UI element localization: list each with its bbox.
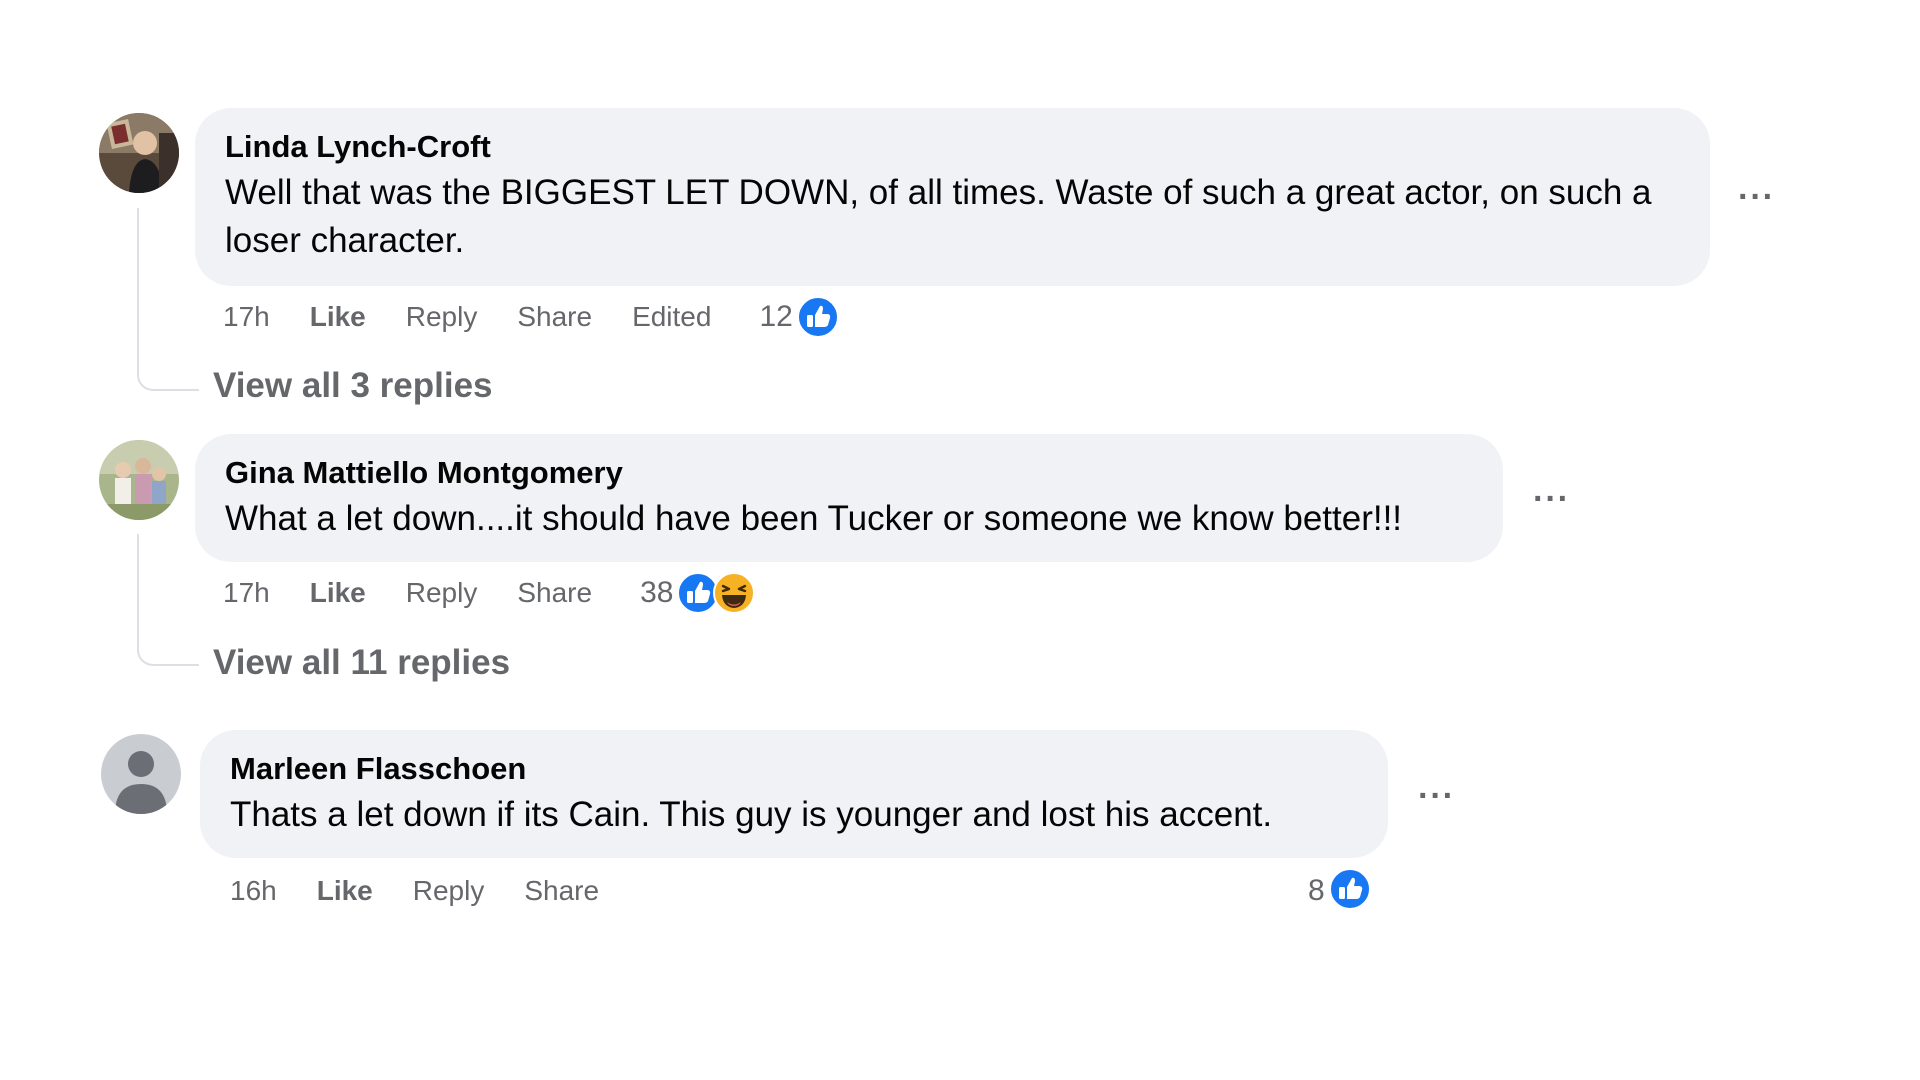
comment-author[interactable]: Linda Lynch-Croft xyxy=(225,128,1680,167)
comment-timestamp[interactable]: 17h xyxy=(223,577,270,609)
like-button[interactable]: Like xyxy=(310,301,366,333)
comment-author[interactable]: Marleen Flasschoen xyxy=(230,750,1358,789)
like-icon xyxy=(1328,867,1372,916)
avatar[interactable] xyxy=(99,440,179,520)
comment-actions: 16h Like Reply Share xyxy=(230,866,639,916)
reply-thread-line xyxy=(137,208,199,391)
share-button[interactable]: Share xyxy=(524,875,599,907)
avatar[interactable] xyxy=(99,113,179,193)
reaction-summary[interactable] xyxy=(796,295,840,339)
reaction-count[interactable]: 38 xyxy=(640,576,673,610)
reaction-summary[interactable]: 8 xyxy=(1308,866,1372,916)
more-options-icon[interactable]: ··· xyxy=(1738,180,1775,214)
edited-label[interactable]: Edited xyxy=(632,301,711,333)
reaction-count[interactable]: 8 xyxy=(1308,874,1325,908)
comment-actions: 17h Like Reply Share Edited 12 xyxy=(223,292,840,342)
comment-text: What a let down....it should have been T… xyxy=(225,498,1403,538)
comment-bubble: Linda Lynch-Croft Well that was the BIGG… xyxy=(195,108,1710,286)
share-button[interactable]: Share xyxy=(517,577,592,609)
more-options-icon[interactable]: ··· xyxy=(1418,779,1455,813)
comment-text: Thats a let down if its Cain. This guy i… xyxy=(230,794,1273,834)
like-button[interactable]: Like xyxy=(310,577,366,609)
comment-timestamp[interactable]: 17h xyxy=(223,301,270,333)
comment-bubble: Marleen Flasschoen Thats a let down if i… xyxy=(200,730,1388,858)
reply-button[interactable]: Reply xyxy=(413,875,485,907)
view-replies-link[interactable]: View all 11 replies xyxy=(213,645,510,680)
like-button[interactable]: Like xyxy=(317,875,373,907)
comment-author[interactable]: Gina Mattiello Montgomery xyxy=(225,454,1473,493)
reply-button[interactable]: Reply xyxy=(406,301,478,333)
haha-icon xyxy=(712,571,756,615)
comment-timestamp[interactable]: 16h xyxy=(230,875,277,907)
comment-bubble: Gina Mattiello Montgomery What a let dow… xyxy=(195,434,1503,562)
reply-thread-line xyxy=(137,534,199,666)
reaction-summary[interactable] xyxy=(676,571,756,615)
like-icon xyxy=(796,295,840,339)
more-options-icon[interactable]: ··· xyxy=(1533,482,1570,516)
share-button[interactable]: Share xyxy=(517,301,592,333)
avatar[interactable] xyxy=(101,734,181,814)
view-replies-link[interactable]: View all 3 replies xyxy=(213,368,493,403)
reaction-count[interactable]: 12 xyxy=(759,300,792,334)
comment-actions: 17h Like Reply Share 38 xyxy=(223,568,756,618)
comment-text: Well that was the BIGGEST LET DOWN, of a… xyxy=(225,172,1652,260)
reply-button[interactable]: Reply xyxy=(406,577,478,609)
